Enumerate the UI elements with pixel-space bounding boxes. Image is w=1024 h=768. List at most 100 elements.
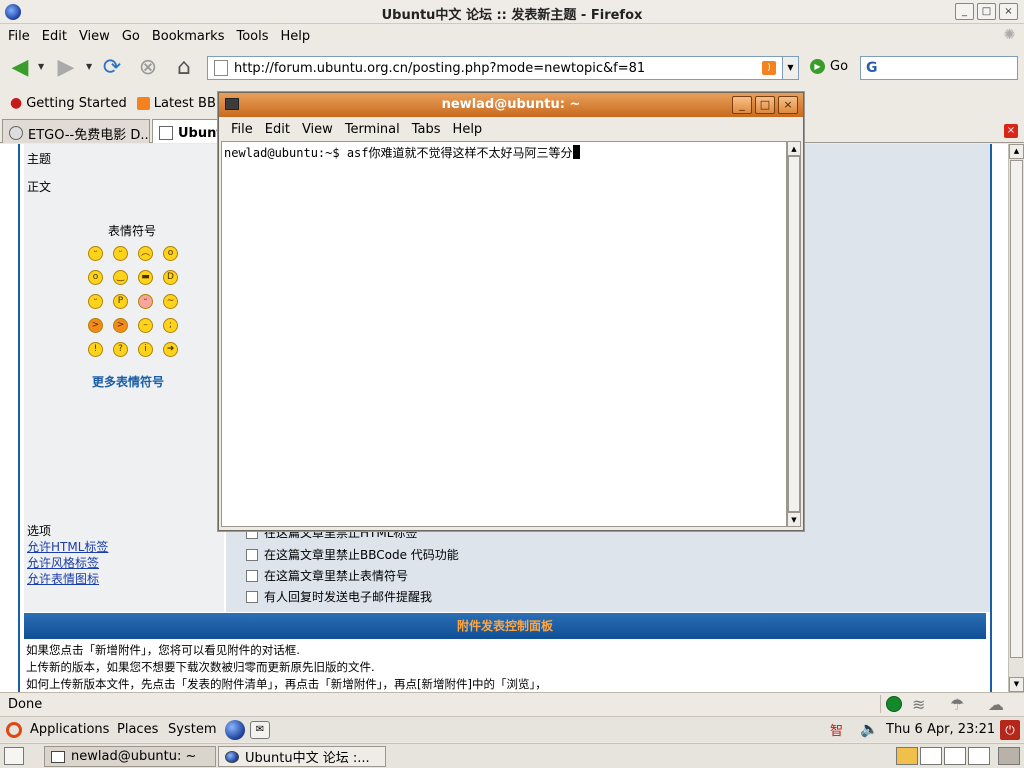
- places-menu[interactable]: Places: [117, 722, 158, 737]
- menu-view[interactable]: View: [73, 29, 116, 44]
- checkbox[interactable]: [246, 590, 258, 603]
- task-firefox[interactable]: Ubuntu中文 论坛 :...: [218, 746, 386, 767]
- allow-smilies-link[interactable]: 允许表情图标: [27, 570, 99, 587]
- scroll-down-icon[interactable]: ▼: [1009, 677, 1024, 692]
- menu-tools[interactable]: Tools: [230, 29, 274, 44]
- terminal-close-button[interactable]: ×: [778, 96, 798, 114]
- home-icon[interactable]: ⌂: [170, 54, 198, 82]
- bookmark-latest-bb[interactable]: Latest BB: [127, 96, 216, 111]
- allow-bbcode-link[interactable]: 允许风格标签: [27, 554, 99, 571]
- url-history-dropdown-icon[interactable]: ▼: [782, 56, 799, 80]
- option-disable-bbcode[interactable]: 在这篇文章里禁止BBCode 代码功能: [246, 546, 459, 563]
- terminal-titlebar[interactable]: newlad@ubuntu: ~ _ □ ×: [219, 93, 803, 117]
- rss-feed-icon[interactable]: ): [762, 61, 776, 75]
- system-menu[interactable]: System: [168, 722, 216, 737]
- smiley-icon[interactable]: ~: [163, 294, 178, 309]
- menu-go[interactable]: Go: [116, 29, 146, 44]
- task-terminal[interactable]: newlad@ubuntu: ~: [44, 746, 216, 767]
- maximize-button[interactable]: □: [977, 3, 996, 20]
- reload-icon[interactable]: ⟳: [98, 54, 126, 82]
- back-dropdown-icon[interactable]: ▼: [38, 62, 44, 71]
- attachment-help-line: 上传新的版本，如果您不想要下载次数被归零而更新原先旧版的文件.: [26, 660, 375, 674]
- terminal-menu-edit[interactable]: Edit: [259, 122, 296, 137]
- logout-icon[interactable]: ⏻: [1000, 720, 1020, 740]
- smiley-icon[interactable]: ᵕ: [88, 294, 103, 309]
- url-text[interactable]: http://forum.ubuntu.org.cn/posting.php?m…: [234, 61, 762, 76]
- status-green-icon: [886, 696, 902, 712]
- close-tab-icon[interactable]: ×: [1004, 124, 1018, 138]
- url-bar[interactable]: http://forum.ubuntu.org.cn/posting.php?m…: [207, 56, 783, 80]
- smiley-icon[interactable]: ▬: [138, 270, 153, 285]
- more-smilies-link[interactable]: 更多表情符号: [92, 373, 164, 390]
- checkbox[interactable]: [246, 548, 258, 561]
- smiley-icon[interactable]: ;: [163, 318, 178, 333]
- back-icon[interactable]: ◀: [6, 54, 34, 82]
- show-desktop-icon[interactable]: [4, 747, 24, 765]
- mail-launcher-icon[interactable]: ✉: [250, 721, 270, 739]
- terminal-menu-view[interactable]: View: [296, 122, 339, 137]
- bookmark-getting-started[interactable]: ● Getting Started: [0, 95, 127, 111]
- firefox-icon: [225, 750, 239, 763]
- smiley-icon[interactable]: o: [88, 270, 103, 285]
- workspace-4[interactable]: [968, 747, 990, 765]
- terminal-menu-file[interactable]: File: [225, 122, 259, 137]
- smiley-icon[interactable]: ᵕ: [113, 246, 128, 261]
- forward-dropdown-icon[interactable]: ▼: [86, 62, 92, 71]
- smiley-icon[interactable]: >: [113, 318, 128, 333]
- allow-html-link[interactable]: 允许HTML标签: [27, 538, 108, 555]
- terminal-minimize-button[interactable]: _: [732, 96, 752, 114]
- scroll-thumb[interactable]: [788, 156, 800, 512]
- smiley-icon[interactable]: D: [163, 270, 178, 285]
- tab-ubuntu-forum[interactable]: Ubunt: [152, 119, 222, 143]
- menu-bookmarks[interactable]: Bookmarks: [146, 29, 231, 44]
- terminal-scrollbar[interactable]: ▲ ▼: [787, 141, 801, 527]
- search-input[interactable]: G: [860, 56, 1018, 80]
- tab-label: ETGO--免费电影 D...: [28, 127, 150, 143]
- scroll-thumb[interactable]: [1010, 160, 1023, 658]
- menu-edit[interactable]: Edit: [36, 29, 73, 44]
- menu-file[interactable]: File: [2, 29, 36, 44]
- option-notify-reply[interactable]: 有人回复时发送电子邮件提醒我: [246, 588, 432, 605]
- close-button[interactable]: ×: [999, 3, 1018, 20]
- go-button[interactable]: ▶ Go: [810, 59, 848, 74]
- applications-menu[interactable]: Applications: [30, 722, 109, 737]
- terminal-maximize-button[interactable]: □: [755, 96, 775, 114]
- workspace-3[interactable]: [944, 747, 966, 765]
- clock[interactable]: Thu 6 Apr, 23:21: [886, 722, 995, 737]
- minimize-button[interactable]: _: [955, 3, 974, 20]
- terminal-menu-help[interactable]: Help: [447, 122, 489, 137]
- smiley-icon[interactable]: ᵕ: [88, 246, 103, 261]
- trash-icon[interactable]: [998, 747, 1020, 765]
- firefox-launcher-icon[interactable]: [225, 720, 245, 740]
- smiley-icon[interactable]: ‿: [113, 270, 128, 285]
- question-icon[interactable]: ?: [113, 342, 128, 357]
- workspace-2[interactable]: [920, 747, 942, 765]
- scroll-down-icon[interactable]: ▼: [788, 512, 800, 526]
- option-disable-smilies[interactable]: 在这篇文章里禁止表情符号: [246, 567, 408, 584]
- page-scrollbar[interactable]: ▲ ▼: [1008, 144, 1024, 692]
- workspace-1[interactable]: [896, 747, 918, 765]
- smiley-icon[interactable]: ︵: [138, 246, 153, 261]
- smiley-icon[interactable]: ᵕ: [138, 294, 153, 309]
- input-method-icon[interactable]: 智: [830, 720, 843, 739]
- forward-icon[interactable]: ▶: [52, 54, 80, 82]
- smiley-icon[interactable]: –: [138, 318, 153, 333]
- idea-icon[interactable]: i: [138, 342, 153, 357]
- terminal-menu-tabs[interactable]: Tabs: [406, 122, 447, 137]
- menu-help[interactable]: Help: [275, 29, 317, 44]
- smiley-icon[interactable]: >: [88, 318, 103, 333]
- volume-icon[interactable]: 🔈: [860, 720, 879, 738]
- tab-etgo[interactable]: ETGO--免费电影 D...: [2, 119, 150, 143]
- browser-statusbar: Done ≋ ☂ ☁: [0, 692, 1024, 714]
- arrow-icon[interactable]: ➜: [163, 342, 178, 357]
- checkbox[interactable]: [246, 569, 258, 582]
- stop-icon[interactable]: ⊗: [134, 54, 162, 82]
- scroll-up-icon[interactable]: ▲: [788, 142, 800, 156]
- option-label: 有人回复时发送电子邮件提醒我: [264, 590, 433, 604]
- exclamation-icon[interactable]: !: [88, 342, 103, 357]
- terminal-output[interactable]: newlad@ubuntu:~$ asf你难道就不觉得这样不太好马阿三等分: [221, 141, 787, 527]
- terminal-menu-terminal[interactable]: Terminal: [339, 122, 406, 137]
- smiley-icon[interactable]: o: [163, 246, 178, 261]
- scroll-up-icon[interactable]: ▲: [1009, 144, 1024, 159]
- smiley-icon[interactable]: P: [113, 294, 128, 309]
